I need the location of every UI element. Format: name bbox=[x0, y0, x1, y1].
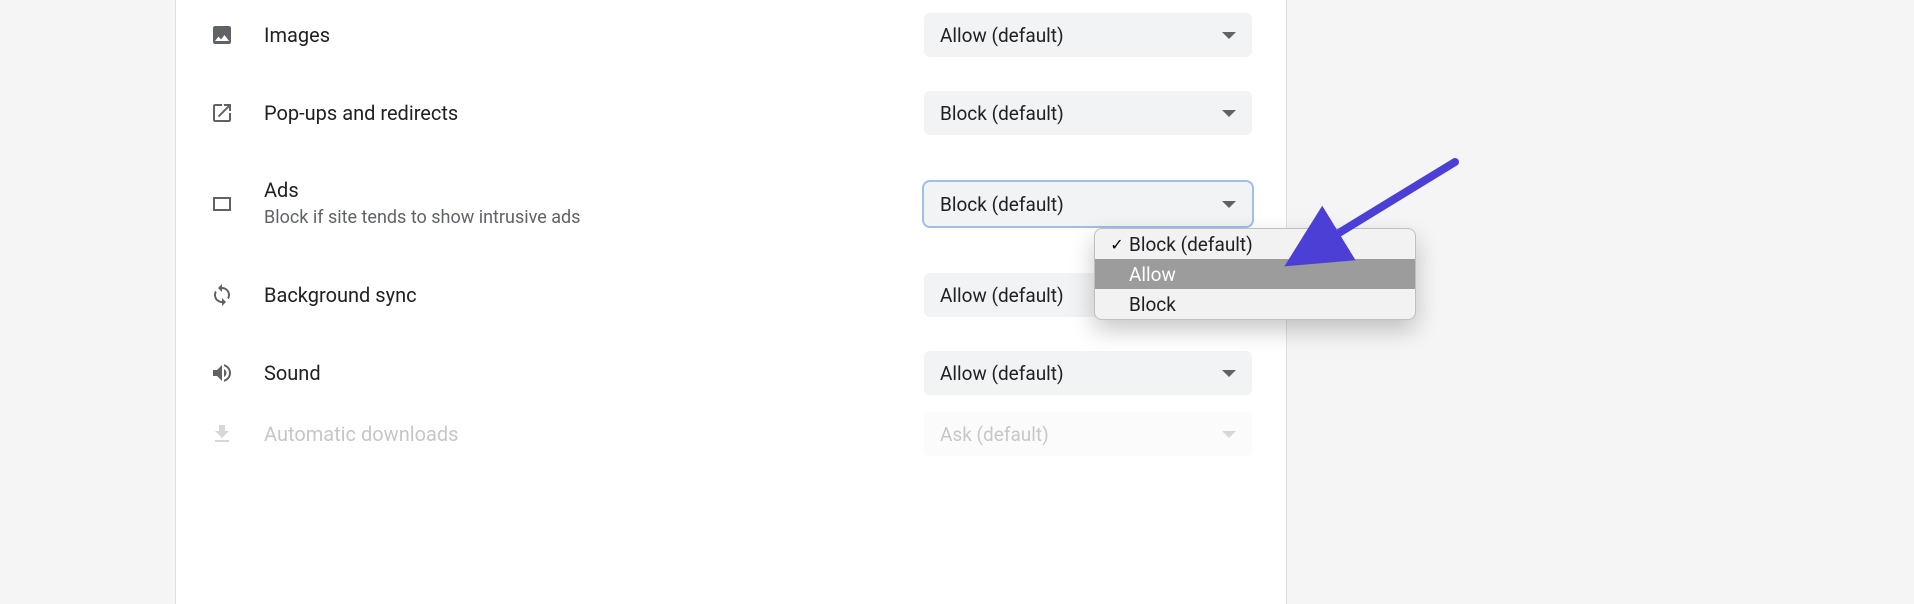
images-select[interactable]: Allow (default) bbox=[924, 13, 1252, 57]
select-value: Block (default) bbox=[940, 193, 1064, 216]
check-icon: ✓ bbox=[1105, 235, 1129, 254]
option-label: Block bbox=[1129, 293, 1176, 316]
chevron-down-icon bbox=[1222, 201, 1236, 208]
popups-select[interactable]: Block (default) bbox=[924, 91, 1252, 135]
sound-select[interactable]: Allow (default) bbox=[924, 351, 1252, 395]
permission-sublabel: Block if site tends to show intrusive ad… bbox=[264, 205, 924, 230]
ads-icon bbox=[210, 192, 264, 216]
image-icon bbox=[210, 23, 264, 47]
permission-row-popups: Pop-ups and redirects Block (default) bbox=[176, 74, 1286, 152]
dropdown-option-block[interactable]: Block bbox=[1095, 289, 1415, 319]
permission-label: Automatic downloads bbox=[264, 421, 924, 447]
auto-downloads-select[interactable]: Ask (default) bbox=[924, 412, 1252, 456]
annotation-arrow bbox=[1280, 150, 1470, 290]
permission-label: Sound bbox=[264, 360, 924, 386]
select-value: Allow (default) bbox=[940, 362, 1064, 385]
select-value: Allow (default) bbox=[940, 284, 1064, 307]
permission-label: Pop-ups and redirects bbox=[264, 100, 924, 126]
open-in-new-icon bbox=[210, 101, 264, 125]
permission-row-images: Images Allow (default) bbox=[176, 0, 1286, 74]
option-label: Allow bbox=[1129, 263, 1176, 286]
site-settings-panel: Flash Ask (default) Images Allow (defaul… bbox=[175, 0, 1287, 604]
select-value: Block (default) bbox=[940, 102, 1064, 125]
option-label: Block (default) bbox=[1129, 233, 1253, 256]
permission-row-auto-downloads: Automatic downloads Ask (default) bbox=[176, 412, 1286, 456]
volume-icon bbox=[210, 361, 264, 385]
permission-label: Images bbox=[264, 22, 924, 48]
select-value: Allow (default) bbox=[940, 24, 1064, 47]
ads-select[interactable]: Block (default) bbox=[924, 182, 1252, 226]
permission-label: Background sync bbox=[264, 282, 924, 308]
chevron-down-icon bbox=[1222, 110, 1236, 117]
permission-label: Ads bbox=[264, 177, 924, 203]
select-value: Ask (default) bbox=[940, 423, 1049, 446]
chevron-down-icon bbox=[1222, 32, 1236, 39]
permission-row-sound: Sound Allow (default) bbox=[176, 334, 1286, 412]
sync-icon bbox=[210, 283, 264, 307]
chevron-down-icon bbox=[1222, 370, 1236, 377]
chevron-down-icon bbox=[1222, 431, 1236, 438]
download-icon bbox=[210, 422, 264, 446]
